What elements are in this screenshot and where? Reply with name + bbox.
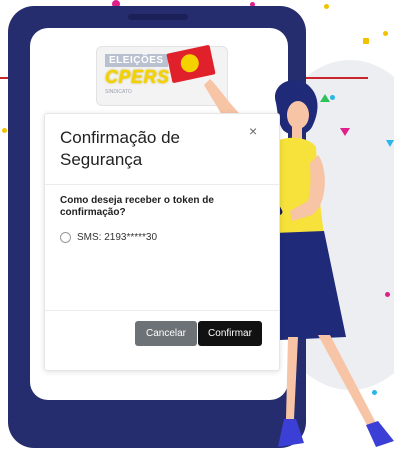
token-delivery-question: Como deseja receber o token de confirmaç… — [60, 195, 214, 218]
cancel-button[interactable]: Cancelar — [135, 321, 197, 346]
sms-option-label: SMS: 2193*****30 — [77, 232, 158, 243]
woman-face — [287, 101, 309, 129]
logo-top-text: ELEIÇÕES — [105, 54, 168, 67]
close-icon[interactable]: × — [249, 123, 257, 139]
sms-radio-button[interactable] — [60, 232, 71, 243]
woman-shoe-left — [278, 419, 304, 447]
phone-notch — [128, 14, 188, 20]
sms-option[interactable]: SMS: 2193*****30 — [60, 232, 157, 243]
confetti-square — [363, 38, 369, 44]
woman-leg-right — [318, 335, 376, 427]
security-confirmation-modal: Confirmação de Segurança × Como deseja r… — [44, 113, 280, 371]
modal-footer-divider — [45, 310, 279, 311]
confetti-dot — [2, 128, 7, 133]
logo-sub-text: SINDICATO — [105, 89, 132, 95]
confetti-dot — [383, 31, 388, 36]
logo-main-text: CPERS — [105, 67, 170, 87]
flag-emblem-icon — [179, 52, 201, 74]
modal-title: Confirmação de Segurança — [60, 128, 181, 169]
modal-header-divider — [45, 184, 279, 185]
woman-leg-left — [286, 337, 298, 419]
woman-shoe-right — [366, 421, 394, 447]
background-stage: ELEIÇÕES CPERS SINDICATO Confirmação de … — [0, 0, 394, 453]
confetti-dot — [324, 4, 329, 9]
confirm-button[interactable]: Confirmar — [198, 321, 262, 346]
woman-neck — [292, 127, 302, 139]
